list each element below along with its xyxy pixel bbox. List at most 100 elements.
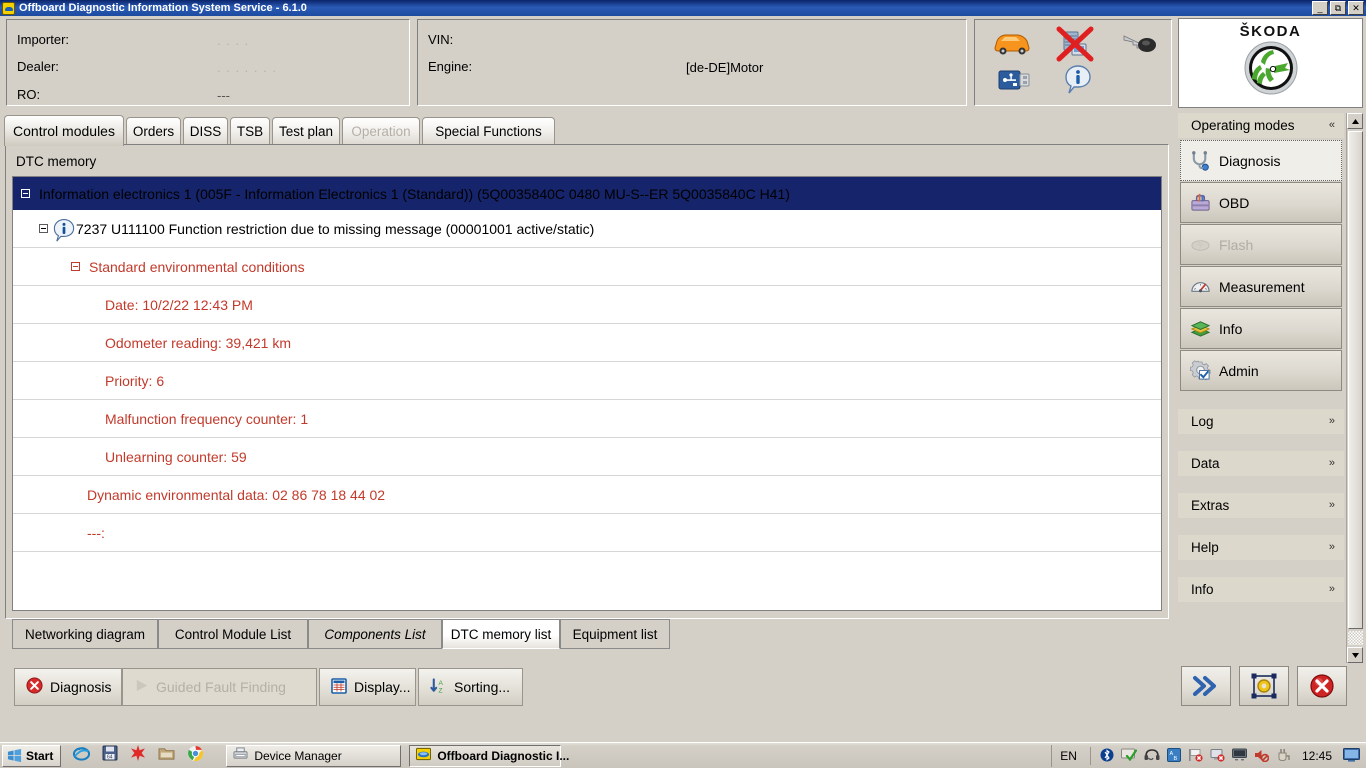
importer-label: Importer: [17,32,70,47]
sort-arrows-icon: A Z [430,677,447,697]
usb-icon[interactable] [997,66,1033,99]
table-row[interactable]: Standard environmental conditions [13,248,1161,286]
folder-icon[interactable] [158,746,175,766]
green-check-icon[interactable] [1120,748,1138,764]
chrome-icon[interactable] [187,745,204,767]
language-indicator[interactable]: EN [1060,749,1077,763]
section-extras[interactable]: Extras » [1178,493,1344,518]
bluetooth-icon[interactable] [1100,748,1114,765]
scrollbar-thumb[interactable] [1348,131,1363,629]
chevron-down-icon[interactable]: » [1329,500,1335,511]
sidebar-item-admin[interactable]: Admin [1180,350,1342,391]
clock[interactable]: 12:45 [1302,749,1332,763]
restore-button[interactable]: ⧉ [1330,1,1346,15]
sidebar-item-measurement[interactable]: Measurement [1180,266,1342,307]
dtc-memory-tree[interactable]: Information electronics 1 (005F - Inform… [12,176,1162,611]
save-icon[interactable]: 64 [102,745,118,766]
tree-row-label: ---: [87,524,105,541]
flash-icon [1190,234,1211,255]
display-button[interactable]: Display... [319,668,416,706]
server-disconnected-icon[interactable] [1055,26,1095,69]
tab-control-modules[interactable]: Control modules [4,115,124,146]
collapse-expander-icon[interactable] [39,224,48,233]
subtab-components-list[interactable]: Components List [308,619,442,649]
sidebar-scrollbar[interactable] [1346,113,1363,663]
flag-error-icon[interactable] [1188,748,1203,765]
table-row[interactable]: Dynamic environmental data: 02 86 78 18 … [13,476,1161,514]
right-sidebar: Operating modes « Diagnosis OBD Flash Me… [1178,113,1344,663]
sidebar-item-obd-label: OBD [1219,194,1250,211]
sidebar-item-info[interactable]: Info [1180,308,1342,349]
info-icon[interactable] [1063,64,1093,99]
screenshot-button[interactable] [1239,666,1289,706]
app-icon [2,1,15,15]
table-row[interactable]: Information electronics 1 (005F - Inform… [13,177,1161,210]
section-info[interactable]: Info » [1178,577,1344,602]
subtab-equipment-list[interactable]: Equipment list [560,619,670,649]
subtab-control-module-list[interactable]: Control Module List [158,619,308,649]
tab-orders[interactable]: Orders [126,117,181,145]
chevron-down-icon[interactable]: » [1329,542,1335,553]
svg-text:Z: Z [439,687,443,693]
connection-status-panel [974,19,1172,106]
taskbar-item-odis[interactable]: Offboard Diagnostic I... [409,744,569,767]
chevron-up-icon[interactable]: « [1329,120,1335,131]
display-icon[interactable] [1231,748,1247,764]
scrollbar-track[interactable] [1348,631,1363,645]
car-icon[interactable] [991,30,1033,61]
sidebar-item-obd[interactable]: OBD [1180,182,1342,223]
chevron-down-icon[interactable]: » [1329,584,1335,595]
table-row[interactable]: Unlearning counter: 59 [13,438,1161,476]
cancel-button[interactable] [1297,666,1347,706]
table-row[interactable]: Date: 10/2/22 12:43 PM [13,286,1161,324]
table-row[interactable]: 7237 U111100 Function restriction due to… [13,210,1161,248]
collapse-expander-icon[interactable] [71,262,80,271]
scroll-down-arrow-icon[interactable] [1347,647,1363,663]
chevron-down-icon[interactable]: » [1329,458,1335,469]
scroll-up-arrow-icon[interactable] [1347,113,1363,129]
key-icon[interactable] [1119,31,1159,62]
section-data[interactable]: Data » [1178,451,1344,476]
section-info-label: Info [1191,582,1214,597]
ie-icon[interactable] [73,745,91,767]
brand-logo-panel: ŠKODA [1178,18,1363,108]
diagnosis-button[interactable]: Diagnosis [14,668,122,706]
sidebar-item-diagnosis[interactable]: Diagnosis [1180,140,1342,181]
table-row[interactable]: Priority: 6 [13,362,1161,400]
collapse-expander-icon[interactable] [21,189,30,198]
vehicle-header: Importer: . . . . Dealer: . . . . . . . … [0,16,1175,109]
double-chevron-right-icon [1193,676,1216,696]
headset-icon[interactable] [1144,748,1160,764]
tree-row-label: Unlearning counter: 59 [105,448,247,465]
tab-diss[interactable]: DISS [183,117,228,145]
tab-special-functions[interactable]: Special Functions [422,117,555,145]
books-icon [1190,318,1211,339]
plug-icon[interactable] [1276,748,1291,765]
close-button[interactable]: ✕ [1348,1,1364,15]
table-row[interactable]: Odometer reading: 39,421 km [13,324,1161,362]
sidebar-item-info-label: Info [1219,320,1243,337]
section-operating-modes[interactable]: Operating modes « [1178,113,1344,138]
ro-label: RO: [17,87,41,102]
blue-sync-icon[interactable]: A B [1166,747,1181,765]
sorting-button[interactable]: A Z Sorting... [418,668,523,706]
taskbar-item-device-manager[interactable]: Device Manager [226,744,402,767]
chevron-down-icon[interactable]: » [1329,416,1335,427]
volume-muted-icon[interactable] [1254,748,1270,765]
subtab-dtc-memory-list[interactable]: DTC memory list [442,619,560,649]
tab-tsb[interactable]: TSB [230,117,270,145]
red-star-icon[interactable] [130,745,146,766]
subtab-networking-diagram[interactable]: Networking diagram [12,619,158,649]
table-row[interactable]: Malfunction frequency counter: 1 [13,400,1161,438]
tab-test-plan[interactable]: Test plan [272,117,340,145]
section-help[interactable]: Help » [1178,535,1344,560]
monitor-icon[interactable] [1343,747,1360,765]
section-log[interactable]: Log » [1178,409,1344,434]
monitor-error-icon[interactable] [1210,748,1225,765]
minimize-button[interactable]: _ [1312,1,1328,15]
next-button[interactable] [1181,666,1231,706]
table-row[interactable]: ---: [13,514,1161,552]
start-button[interactable]: Start [2,744,62,767]
